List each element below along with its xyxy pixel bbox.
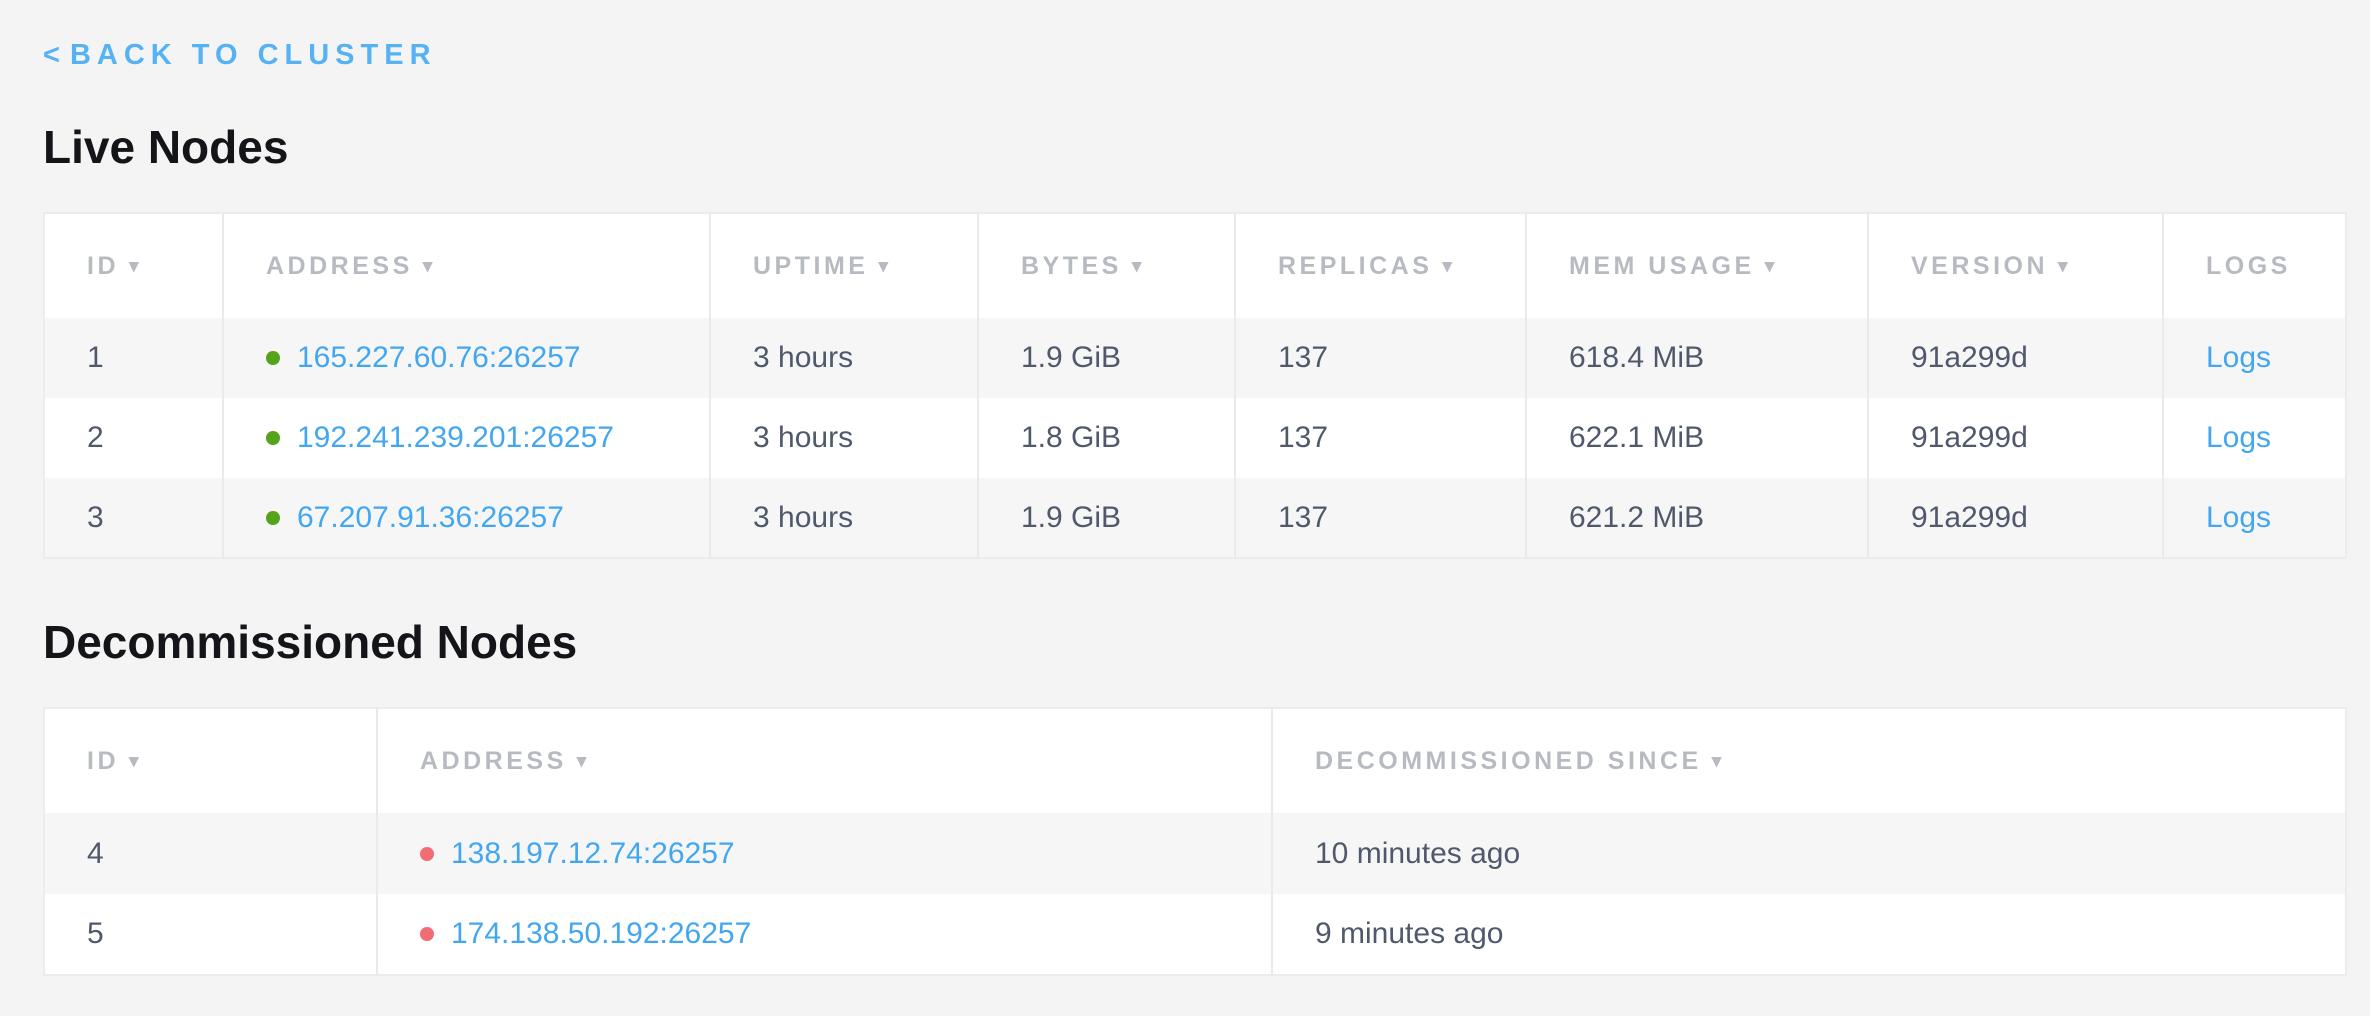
live-nodes-title: Live Nodes [43, 124, 2370, 170]
sort-arrow-icon: ▾ [2058, 255, 2071, 278]
back-chevron-icon: < [43, 39, 60, 71]
cell-node-id: 5 [44, 894, 377, 975]
table-row: 3 67.207.91.36:26257 3 hours 1.9 GiB 137… [44, 478, 2346, 558]
live-status-dot-icon [266, 431, 280, 445]
back-link-label: BACK TO CLUSTER [70, 39, 437, 71]
table-header-row: ID▾ ADDRESS▾ DECOMMISSIONED SINCE▾ [44, 708, 2346, 813]
table-row: 4 138.197.12.74:26257 10 minutes ago [44, 813, 2346, 894]
cell-uptime: 3 hours [710, 318, 978, 398]
live-status-dot-icon [266, 511, 280, 525]
logs-link[interactable]: Logs [2206, 341, 2271, 374]
node-address-link[interactable]: 174.138.50.192:26257 [451, 917, 751, 950]
cell-logs: Logs [2163, 318, 2346, 398]
page-content: < BACK TO CLUSTER Live Nodes ID▾ ADDRESS▾… [0, 0, 2370, 976]
node-address-link[interactable]: 67.207.91.36:26257 [297, 501, 564, 534]
cell-node-id: 4 [44, 813, 377, 894]
cell-node-id: 3 [44, 478, 223, 558]
cell-address: 165.227.60.76:26257 [223, 318, 710, 398]
cell-logs: Logs [2163, 478, 2346, 558]
sort-arrow-icon: ▾ [129, 750, 142, 773]
cell-bytes: 1.9 GiB [978, 478, 1235, 558]
logs-link[interactable]: Logs [2206, 421, 2271, 454]
cell-mem-usage: 618.4 MiB [1526, 318, 1868, 398]
cell-mem-usage: 622.1 MiB [1526, 398, 1868, 478]
sort-arrow-icon: ▾ [1132, 255, 1145, 278]
cell-uptime: 3 hours [710, 478, 978, 558]
col-header-decommissioned-since[interactable]: DECOMMISSIONED SINCE▾ [1272, 708, 2346, 813]
col-header-address[interactable]: ADDRESS▾ [223, 213, 710, 318]
sort-arrow-icon: ▾ [1765, 255, 1778, 278]
table-row: 5 174.138.50.192:26257 9 minutes ago [44, 894, 2346, 975]
cell-decommissioned-since: 10 minutes ago [1272, 813, 2346, 894]
col-header-logs: LOGS [2163, 213, 2346, 318]
live-nodes-table: ID▾ ADDRESS▾ UPTIME▾ BYTES▾ REPLICAS▾ ME… [43, 212, 2347, 559]
cell-decommissioned-since: 9 minutes ago [1272, 894, 2346, 975]
sort-arrow-icon: ▾ [1442, 255, 1455, 278]
decommissioned-status-dot-icon [420, 847, 434, 861]
cell-version: 91a299d [1868, 478, 2163, 558]
cell-mem-usage: 621.2 MiB [1526, 478, 1868, 558]
cell-address: 67.207.91.36:26257 [223, 478, 710, 558]
cell-logs: Logs [2163, 398, 2346, 478]
back-to-cluster-link[interactable]: < BACK TO CLUSTER [43, 40, 437, 70]
sort-arrow-icon: ▾ [423, 255, 436, 278]
cell-replicas: 137 [1235, 398, 1526, 478]
decommissioned-status-dot-icon [420, 927, 434, 941]
decommissioned-nodes-title: Decommissioned Nodes [43, 619, 2370, 665]
col-header-bytes[interactable]: BYTES▾ [978, 213, 1235, 318]
table-header-row: ID▾ ADDRESS▾ UPTIME▾ BYTES▾ REPLICAS▾ ME… [44, 213, 2346, 318]
col-header-replicas[interactable]: REPLICAS▾ [1235, 213, 1526, 318]
cell-address: 174.138.50.192:26257 [377, 894, 1272, 975]
table-row: 1 165.227.60.76:26257 3 hours 1.9 GiB 13… [44, 318, 2346, 398]
node-address-link[interactable]: 165.227.60.76:26257 [297, 341, 581, 374]
cell-bytes: 1.9 GiB [978, 318, 1235, 398]
sort-arrow-icon: ▾ [129, 255, 142, 278]
sort-arrow-icon: ▾ [1712, 750, 1725, 773]
cell-node-id: 2 [44, 398, 223, 478]
logs-link[interactable]: Logs [2206, 501, 2271, 534]
cell-node-id: 1 [44, 318, 223, 398]
sort-arrow-icon: ▾ [878, 255, 891, 278]
cell-bytes: 1.8 GiB [978, 398, 1235, 478]
node-address-link[interactable]: 192.241.239.201:26257 [297, 421, 614, 454]
col-header-id[interactable]: ID▾ [44, 213, 223, 318]
col-header-version[interactable]: VERSION▾ [1868, 213, 2163, 318]
decommissioned-nodes-table: ID▾ ADDRESS▾ DECOMMISSIONED SINCE▾ 4 138… [43, 707, 2347, 976]
cell-address: 138.197.12.74:26257 [377, 813, 1272, 894]
cell-version: 91a299d [1868, 318, 2163, 398]
cell-version: 91a299d [1868, 398, 2163, 478]
col-header-address[interactable]: ADDRESS▾ [377, 708, 1272, 813]
live-status-dot-icon [266, 351, 280, 365]
sort-arrow-icon: ▾ [577, 750, 590, 773]
cell-uptime: 3 hours [710, 398, 978, 478]
table-row: 2 192.241.239.201:26257 3 hours 1.8 GiB … [44, 398, 2346, 478]
col-header-mem-usage[interactable]: MEM USAGE▾ [1526, 213, 1868, 318]
node-address-link[interactable]: 138.197.12.74:26257 [451, 837, 735, 870]
col-header-uptime[interactable]: UPTIME▾ [710, 213, 978, 318]
cell-replicas: 137 [1235, 318, 1526, 398]
cell-address: 192.241.239.201:26257 [223, 398, 710, 478]
cell-replicas: 137 [1235, 478, 1526, 558]
col-header-id[interactable]: ID▾ [44, 708, 377, 813]
